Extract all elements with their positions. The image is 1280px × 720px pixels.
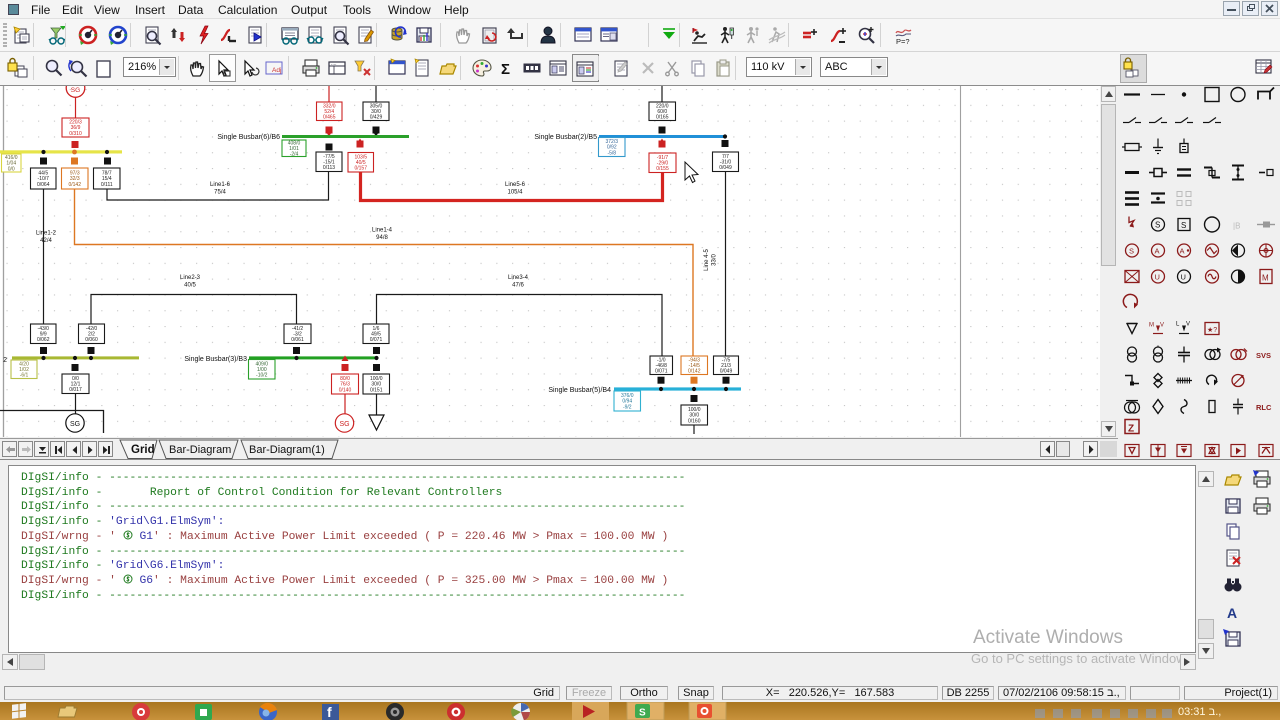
svg-text:Bar-Diagram: Bar-Diagram xyxy=(169,444,231,456)
svg-text:0/0: 0/0 xyxy=(8,166,15,172)
svg-text:SVS: SVS xyxy=(1256,351,1271,360)
svg-text:A: A xyxy=(1155,247,1160,256)
svg-text:Line 4-5: Line 4-5 xyxy=(704,248,710,270)
svg-text:0/064: 0/064 xyxy=(37,182,50,188)
svg-text:Σ: Σ xyxy=(501,61,510,78)
svg-text:RLC: RLC xyxy=(1256,403,1272,412)
svg-text:U: U xyxy=(1181,273,1186,282)
svg-text:42/4: 42/4 xyxy=(40,238,52,244)
svg-text:Bar-Diagram(1): Bar-Diagram(1) xyxy=(249,444,325,456)
svg-text:-5/8: -5/8 xyxy=(607,150,616,156)
svg-text:0/165: 0/165 xyxy=(656,115,669,121)
svg-text:0/310: 0/310 xyxy=(69,131,82,137)
svg-text:33/0: 33/0 xyxy=(712,254,718,266)
svg-text:0/071: 0/071 xyxy=(655,369,668,375)
svg-text:A: A xyxy=(1180,247,1185,256)
svg-text:Single Busbar(6)/B6: Single Busbar(6)/B6 xyxy=(217,134,280,141)
svg-text:0/017: 0/017 xyxy=(69,387,82,393)
svg-text:SG: SG xyxy=(70,421,80,428)
svg-text:M: M xyxy=(1262,274,1269,283)
svg-text:0/142: 0/142 xyxy=(688,369,701,375)
svg-text:03:31 ב.,: 03:31 ב., xyxy=(1178,706,1221,718)
svg-text:0/071: 0/071 xyxy=(370,337,383,343)
svg-text:Adj: Adj xyxy=(272,67,281,74)
svg-text:-9/2: -9/2 xyxy=(623,404,632,410)
svg-text:P=?: P=? xyxy=(896,37,910,46)
svg-text:Single Busbar(3)/B3: Single Busbar(3)/B3 xyxy=(184,356,247,363)
svg-text:0/060: 0/060 xyxy=(85,337,98,343)
svg-text:0/465: 0/465 xyxy=(323,115,336,121)
svg-text:A: A xyxy=(1227,605,1237,621)
svg-text:0/140: 0/140 xyxy=(339,387,352,393)
svg-text:0/160: 0/160 xyxy=(688,418,701,424)
svg-text:V: V xyxy=(1160,323,1164,329)
svg-text:0/061: 0/061 xyxy=(291,337,304,343)
svg-text:75/4: 75/4 xyxy=(214,190,226,196)
svg-text:Line2-3: Line2-3 xyxy=(180,275,201,281)
svg-text:94/8: 94/8 xyxy=(376,235,388,241)
svg-text:L: L xyxy=(1176,322,1180,328)
svg-text:f: f xyxy=(327,704,332,720)
svg-text:SG: SG xyxy=(339,421,349,428)
svg-text:Line3-4: Line3-4 xyxy=(508,275,529,281)
svg-text:0/157: 0/157 xyxy=(354,166,367,172)
svg-text:0/429: 0/429 xyxy=(370,115,383,121)
svg-text:0/062: 0/062 xyxy=(37,337,50,343)
svg-text:U: U xyxy=(1155,273,1160,282)
svg-text:|B: |B xyxy=(1233,222,1240,231)
svg-text:Line1-4: Line1-4 xyxy=(372,228,393,234)
svg-text:105/4: 105/4 xyxy=(507,190,523,196)
svg-text:Grid: Grid xyxy=(131,444,155,456)
svg-text:S: S xyxy=(1129,247,1134,256)
svg-text:47/6: 47/6 xyxy=(512,283,524,289)
svg-text:S: S xyxy=(1181,221,1186,230)
svg-text:0/111: 0/111 xyxy=(101,182,113,188)
svg-text:Line5-6: Line5-6 xyxy=(505,182,526,188)
svg-text:-6/1: -6/1 xyxy=(20,373,29,379)
svg-text:★?: ★? xyxy=(1207,326,1217,334)
svg-text:0/049: 0/049 xyxy=(719,165,732,171)
svg-text:SG: SG xyxy=(71,87,80,94)
svg-text:V: V xyxy=(1186,322,1190,328)
svg-text:Single Busbar(5)/B4: Single Busbar(5)/B4 xyxy=(548,387,611,394)
svg-text:Z: Z xyxy=(1128,424,1134,435)
svg-text:M: M xyxy=(1149,323,1154,329)
svg-text:Line1-2: Line1-2 xyxy=(36,231,57,237)
svg-text:2: 2 xyxy=(3,357,7,364)
svg-text:0/142: 0/142 xyxy=(68,182,81,188)
svg-text:0/113: 0/113 xyxy=(323,165,335,171)
svg-text:-2/4: -2/4 xyxy=(290,152,299,158)
svg-text:0/049: 0/049 xyxy=(720,369,733,375)
svg-text:0/151: 0/151 xyxy=(370,387,383,393)
svg-text:....: .... xyxy=(331,61,337,67)
svg-text:40/5: 40/5 xyxy=(184,283,196,289)
svg-text:S: S xyxy=(1155,221,1160,230)
svg-text:-10/2: -10/2 xyxy=(256,373,268,379)
svg-text:0/155: 0/155 xyxy=(656,166,669,172)
svg-text:S: S xyxy=(639,708,646,719)
svg-text:Line1-6: Line1-6 xyxy=(210,182,231,188)
svg-text:Single Busbar(2)/B5: Single Busbar(2)/B5 xyxy=(534,134,597,141)
